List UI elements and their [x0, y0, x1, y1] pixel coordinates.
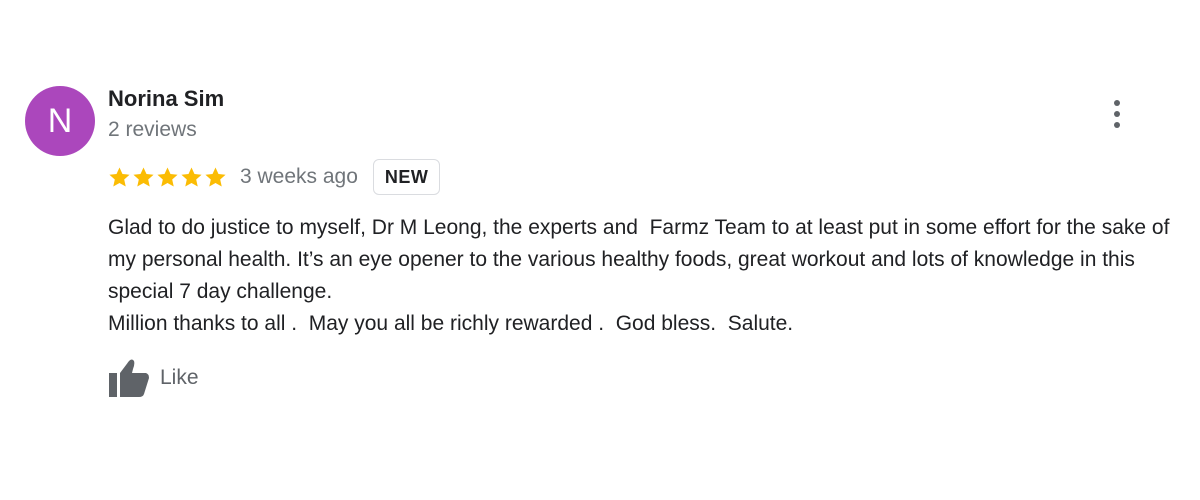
author-review-count[interactable]: 2 reviews	[108, 118, 197, 142]
rating-row: 3 weeks ago NEW	[108, 158, 441, 196]
review-card: N Norina Sim 2 reviews 3 weeks ago NEW G…	[0, 0, 1200, 500]
star-icon	[181, 166, 202, 187]
star-icon	[205, 166, 226, 187]
review-text: Glad to do justice to myself, Dr M Leong…	[108, 216, 1170, 335]
star-icon	[109, 166, 130, 187]
avatar-initial: N	[47, 101, 73, 140]
like-button[interactable]: Like	[108, 358, 199, 398]
like-label: Like	[160, 366, 199, 389]
star-rating	[108, 166, 227, 189]
review-time: 3 weeks ago	[240, 165, 358, 188]
star-icon	[133, 166, 154, 187]
thumb-up-icon	[109, 359, 149, 397]
more-vertical-icon	[1114, 100, 1120, 106]
more-options-button[interactable]	[1100, 96, 1134, 132]
avatar[interactable]: N	[25, 86, 95, 156]
author-name[interactable]: Norina Sim	[108, 86, 224, 112]
star-icon	[157, 166, 178, 187]
new-badge: NEW	[372, 159, 441, 195]
